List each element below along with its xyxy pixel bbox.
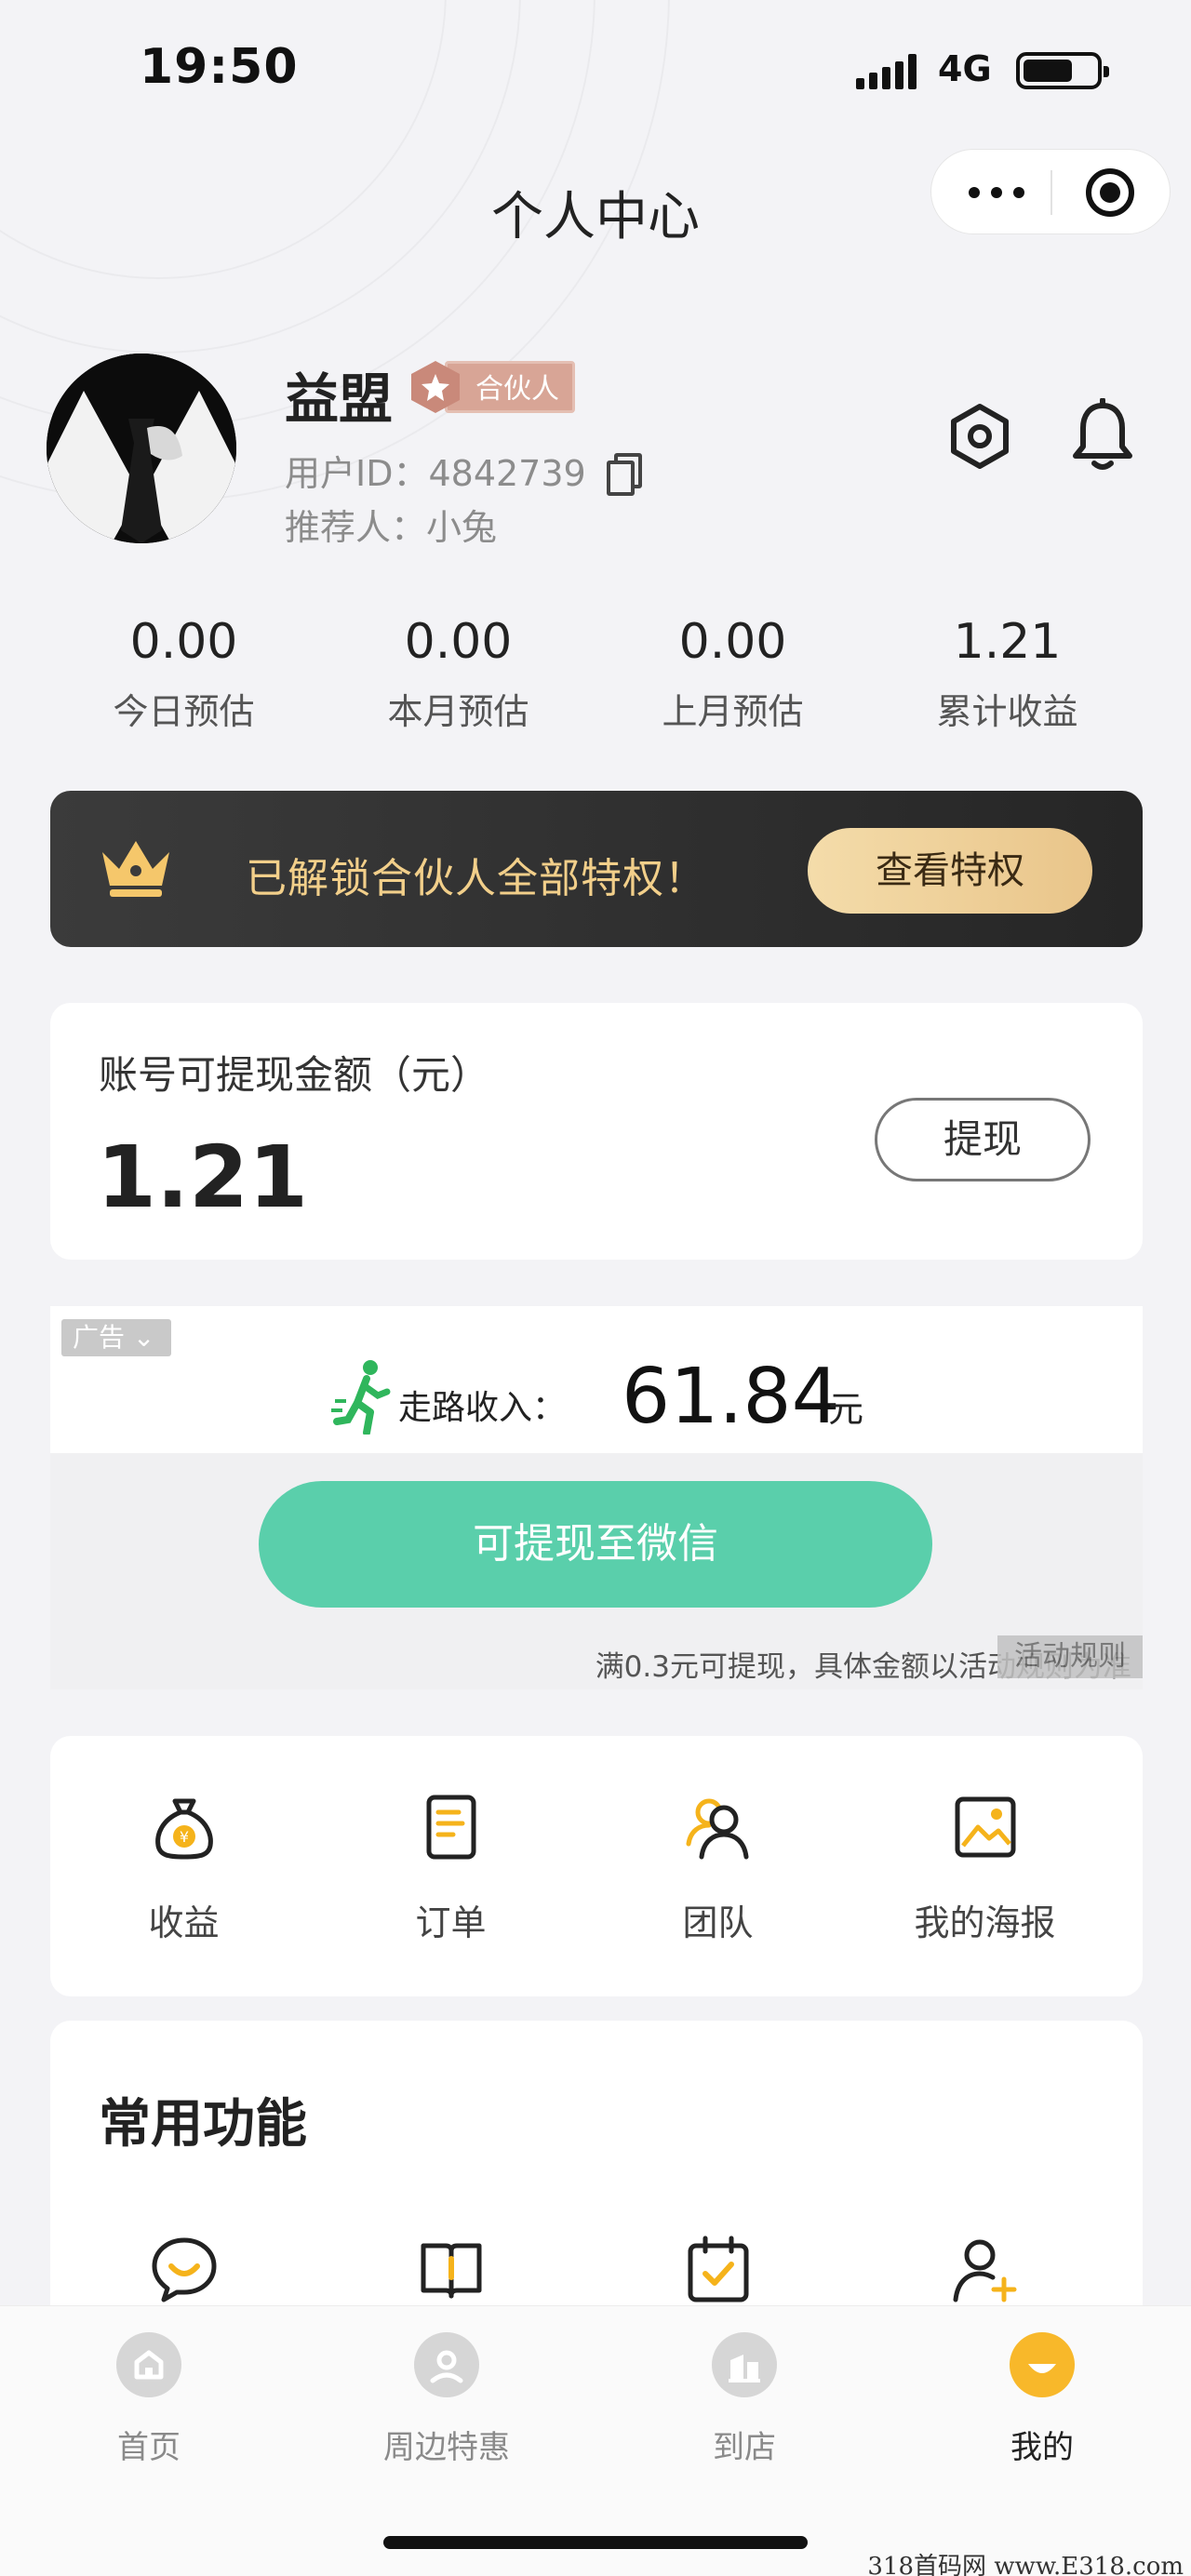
add-user-icon — [953, 2239, 1016, 2302]
store-icon — [712, 2332, 777, 2397]
battery-icon — [1016, 52, 1109, 89]
withdraw-button[interactable]: 提现 — [875, 1098, 1091, 1181]
star-badge-icon — [411, 361, 460, 413]
stat-this-month[interactable]: 0.00 本月预估 — [321, 614, 596, 734]
stat-label: 累计收益 — [936, 691, 1078, 732]
walk-income-unit: 元 — [828, 1389, 864, 1430]
ad-tag[interactable]: 广告 ⌄ — [61, 1319, 171, 1356]
tab-nearby-deals[interactable]: 周边特惠 — [298, 2332, 596, 2467]
tab-in-store[interactable]: 到店 — [596, 2332, 893, 2467]
location-icon — [414, 2332, 479, 2397]
tab-home[interactable]: 首页 — [0, 2332, 298, 2467]
settings-icon[interactable] — [945, 402, 1014, 471]
stat-value: 1.21 — [953, 614, 1062, 670]
walk-income-amount: 61.84 — [622, 1353, 840, 1441]
stat-label: 上月预估 — [662, 691, 804, 732]
menu-item-label: 订单 — [415, 1902, 487, 1943]
stat-value: 0.00 — [129, 614, 238, 670]
activity-rules-tag[interactable]: 活动规则 — [997, 1635, 1143, 1678]
stat-label: 本月预估 — [387, 691, 529, 732]
withdraw-to-wechat-button[interactable]: 可提现至微信 — [259, 1481, 932, 1608]
copy-icon[interactable] — [606, 452, 642, 496]
signal-icon — [856, 48, 917, 89]
menu-item-orders[interactable]: 订单 — [317, 1792, 584, 1945]
walk-income-label: 走路收入： — [398, 1389, 567, 1427]
ad-tag-label: 广告 — [73, 1322, 126, 1353]
crown-icon — [102, 841, 169, 897]
view-privileges-button[interactable]: 查看特权 — [808, 828, 1092, 914]
home-icon — [116, 2332, 181, 2397]
menu-item-my-poster[interactable]: 我的海报 — [851, 1792, 1118, 1945]
main-menu-card: ¥ 收益 订单 团队 我的海报 — [50, 1736, 1143, 1996]
calendar-check-icon — [688, 2236, 748, 2302]
profile-smile-icon — [1010, 2332, 1075, 2397]
bell-icon[interactable] — [1068, 398, 1137, 474]
more-icon[interactable] — [969, 170, 1043, 213]
stat-value: 0.00 — [678, 614, 787, 670]
partner-banner-text: 已解锁合伙人全部特权！ — [246, 855, 706, 902]
stat-value: 0.00 — [404, 614, 513, 670]
menu-item-earnings[interactable]: ¥ 收益 — [50, 1792, 317, 1945]
common-item-chat[interactable] — [50, 2235, 317, 2305]
ad-withdraw-section: 可提现至微信 满0.3元可提现，具体金额以活动规则为准 活动规则 — [50, 1453, 1143, 1689]
user-id: 用户ID：4842739 — [285, 453, 586, 494]
walking-icon — [331, 1360, 391, 1435]
common-functions-title: 常用功能 — [99, 2094, 307, 2155]
partner-badge-label: 合伙人 — [445, 361, 575, 413]
user-name: 益盟 — [285, 367, 394, 431]
money-bag-icon: ¥ — [154, 1798, 213, 1860]
status-time: 19:50 — [140, 39, 299, 95]
close-mini-program-icon[interactable] — [1086, 168, 1134, 217]
partner-badge: 合伙人 — [408, 357, 575, 417]
withdraw-label: 账号可提现金额（元） — [99, 1052, 490, 1098]
tab-mine[interactable]: 我的 — [893, 2332, 1191, 2467]
menu-item-label: 我的海报 — [914, 1902, 1056, 1943]
stat-last-month[interactable]: 0.00 上月预估 — [596, 614, 870, 734]
ad-banner[interactable]: 广告 ⌄ 走路收入： 61.84 元 — [50, 1306, 1143, 1453]
book-icon — [421, 2243, 481, 2299]
stat-total[interactable]: 1.21 累计收益 — [870, 614, 1144, 734]
withdraw-card: 账号可提现金额（元） 1.21 提现 — [50, 1003, 1143, 1260]
menu-item-team[interactable]: 团队 — [584, 1792, 851, 1945]
order-icon — [426, 1795, 475, 1860]
tab-label: 到店 — [713, 2429, 776, 2466]
tab-label: 我的 — [1010, 2429, 1074, 2466]
menu-item-label: 团队 — [682, 1902, 754, 1943]
user-id-row: 用户ID：4842739 — [285, 445, 642, 496]
common-item-invite[interactable] — [851, 2235, 1118, 2305]
common-item-guide[interactable] — [317, 2235, 584, 2305]
poster-icon — [955, 1796, 1015, 1858]
withdraw-amount: 1.21 — [97, 1128, 308, 1227]
stat-today[interactable]: 0.00 今日预估 — [47, 614, 321, 734]
watermark: 318首码网 www.E318.com — [867, 2553, 1184, 2576]
network-type: 4G — [938, 48, 992, 89]
svg-text:¥: ¥ — [179, 1828, 188, 1846]
tab-label: 周边特惠 — [383, 2429, 510, 2466]
home-indicator — [383, 2536, 808, 2549]
menu-item-label: 收益 — [148, 1902, 220, 1943]
capsule-divider — [1050, 170, 1052, 215]
status-bar: 19:50 4G — [0, 0, 1191, 140]
referrer: 推荐人：小兔 — [285, 507, 498, 548]
mini-program-capsule — [930, 149, 1171, 234]
common-item-checkin[interactable] — [584, 2235, 851, 2305]
chevron-down-icon: ⌄ — [132, 1322, 155, 1353]
team-icon — [686, 1798, 748, 1860]
stat-label: 今日预估 — [113, 691, 255, 732]
tab-label: 首页 — [117, 2429, 181, 2466]
chat-icon — [152, 2237, 216, 2302]
avatar[interactable] — [47, 354, 236, 543]
earnings-stats: 0.00 今日预估 0.00 本月预估 0.00 上月预估 1.21 累计收益 — [47, 614, 1144, 734]
partner-banner: 已解锁合伙人全部特权！ 查看特权 — [50, 791, 1143, 947]
